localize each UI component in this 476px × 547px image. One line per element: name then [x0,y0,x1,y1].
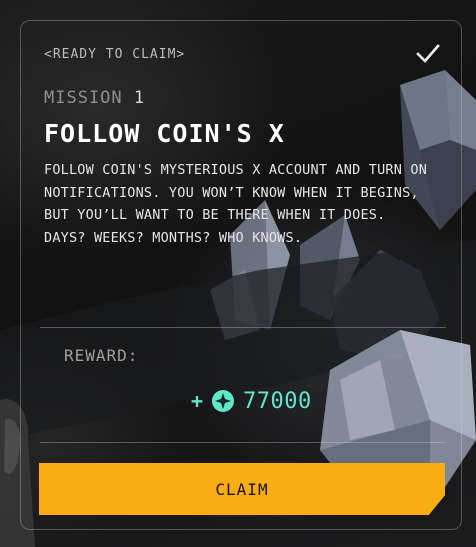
divider [40,327,446,328]
reward-plus: + [191,389,204,413]
mission-card: <READY TO CLAIM> MISSION 1 FOLLOW COIN'S… [20,20,462,530]
mission-title: FOLLOW COIN'S X [44,119,285,148]
mission-number-prefix: MISSION [44,88,123,108]
check-icon [416,44,440,63]
divider [40,442,446,443]
reward-amount: 77000 [243,388,312,414]
mission-description: FOLLOW COIN'S MYSTERIOUS X ACCOUNT AND T… [44,162,428,246]
mission-number-value: 1 [133,88,146,108]
claim-button-label: CLAIM [215,479,269,499]
coin-icon [212,390,235,412]
mission-status: <READY TO CLAIM> [44,47,186,62]
mission-number: MISSION 1 [44,88,145,108]
claim-button[interactable]: CLAIM [39,463,445,515]
reward-label: REWARD: [64,346,139,365]
mission-screen: <READY TO CLAIM> MISSION 1 FOLLOW COIN'S… [0,0,476,547]
reward-amount-row: + 77000 [191,387,312,415]
